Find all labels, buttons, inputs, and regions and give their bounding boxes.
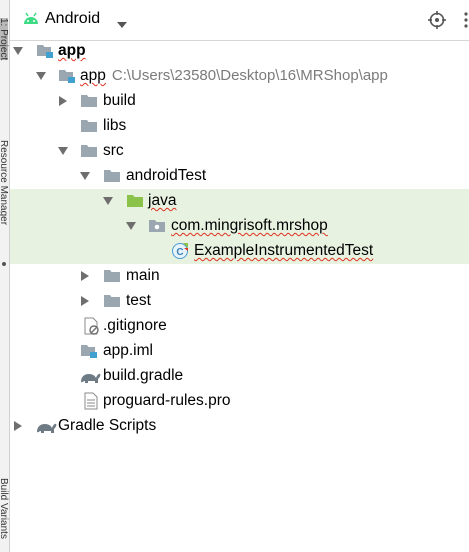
tree-node-package[interactable]: com.mingrisoft.mrshop: [10, 214, 469, 239]
tree-label: ExampleInstrumentedTest: [194, 242, 374, 259]
tree-label: app: [80, 67, 106, 84]
tree-label: main: [126, 267, 160, 284]
tree-label: .gitignore: [103, 317, 167, 334]
tree-node-test[interactable]: test: [10, 289, 469, 314]
tree-label: build: [103, 92, 136, 109]
tab-project[interactable]: 1: Project: [0, 18, 9, 61]
package-icon: [148, 218, 166, 234]
tree-node-example-test[interactable]: ExampleInstrumentedTest: [10, 239, 469, 264]
tree-node-gitignore[interactable]: .gitignore: [10, 314, 469, 339]
expand-arrow-icon[interactable]: [36, 71, 46, 81]
ignore-file-icon: [82, 317, 100, 335]
tree-node-java[interactable]: java: [10, 189, 469, 214]
tree-label: Gradle Scripts: [58, 417, 157, 434]
expand-arrow-icon[interactable]: [126, 221, 136, 231]
chevron-down-icon[interactable]: [116, 16, 128, 34]
gradle-icon: [78, 369, 102, 385]
module-path: C:\Users\23580\Desktop\16\MRShop\app: [111, 67, 388, 84]
folder-icon: [103, 268, 121, 284]
project-view-header: Android: [10, 0, 469, 41]
tree-label: java: [148, 192, 177, 209]
tree-label: test: [126, 292, 151, 309]
folder-icon: [80, 118, 98, 134]
iml-file-icon: [80, 343, 98, 359]
tree-label: build.gradle: [103, 367, 184, 384]
gradle-icon: [34, 419, 58, 435]
expand-arrow-icon[interactable]: [103, 196, 113, 206]
source-folder-icon: [126, 193, 144, 209]
folder-icon: [103, 293, 121, 309]
tree-node-build[interactable]: build: [10, 89, 469, 114]
collapse-arrow-icon[interactable]: [80, 271, 90, 281]
class-icon: [171, 242, 189, 260]
module-icon: [36, 43, 54, 59]
module-icon: [58, 68, 76, 84]
more-icon[interactable]: [462, 11, 469, 34]
tree-node-build-gradle[interactable]: build.gradle: [10, 364, 469, 389]
tab-resource-manager[interactable]: Resource Manager: [0, 140, 9, 225]
tree-label: app: [58, 42, 86, 59]
tree-label: libs: [103, 117, 127, 134]
expand-arrow-icon[interactable]: [58, 146, 68, 156]
collapse-arrow-icon[interactable]: [13, 421, 23, 431]
project-view-selector[interactable]: Android: [45, 10, 100, 28]
folder-icon: [103, 168, 121, 184]
tree-node-app-root[interactable]: app: [10, 39, 469, 64]
folder-icon: [80, 143, 98, 159]
tree-node-proguard[interactable]: proguard-rules.pro: [10, 389, 469, 414]
collapse-arrow-icon[interactable]: [80, 296, 90, 306]
expand-arrow-icon[interactable]: [13, 46, 23, 56]
tool-window-strip: 1: Project Resource Manager Build Varian…: [0, 0, 10, 552]
tree-label: proguard-rules.pro: [103, 392, 231, 409]
tree-node-src[interactable]: src: [10, 139, 469, 164]
tree-node-main[interactable]: main: [10, 264, 469, 289]
collapse-arrow-icon[interactable]: [58, 96, 68, 106]
text-file-icon: [82, 392, 100, 410]
tree-node-gradle-scripts[interactable]: Gradle Scripts: [10, 414, 469, 439]
tree-label: src: [103, 142, 124, 159]
tree-node-androidtest[interactable]: androidTest: [10, 164, 469, 189]
tree-node-libs[interactable]: libs: [10, 114, 469, 139]
tree-node-app-module[interactable]: app C:\Users\23580\Desktop\16\MRShop\app: [10, 64, 469, 89]
tree-node-app-iml[interactable]: app.iml: [10, 339, 469, 364]
tree-label: androidTest: [126, 167, 207, 184]
folder-icon: [80, 93, 98, 109]
strip-separator-icon: [2, 262, 6, 266]
tree-label: app.iml: [103, 342, 153, 359]
expand-arrow-icon[interactable]: [80, 171, 90, 181]
target-icon[interactable]: [428, 11, 446, 34]
tree-label: com.mingrisoft.mrshop: [171, 217, 328, 234]
tab-build-variants[interactable]: Build Variants: [0, 478, 9, 539]
android-icon: [22, 11, 40, 32]
